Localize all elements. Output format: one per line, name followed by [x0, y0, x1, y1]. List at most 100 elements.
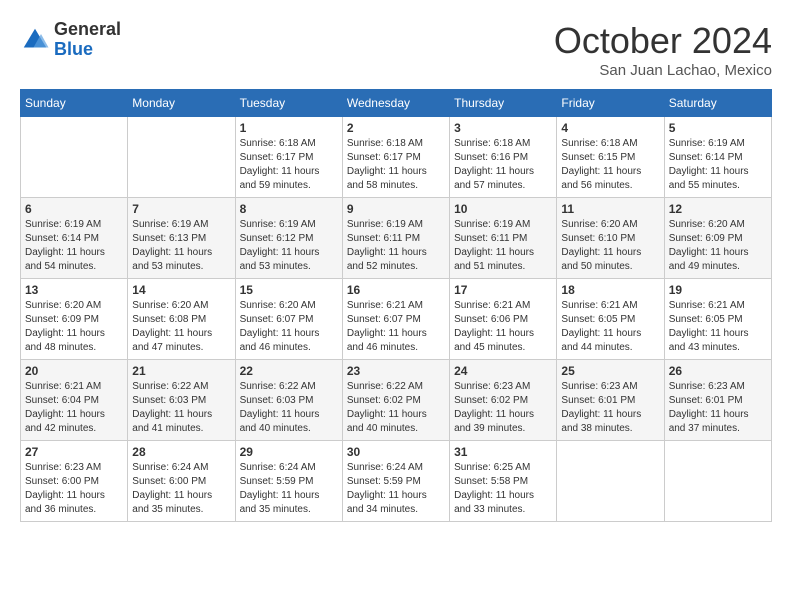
calendar-cell: 30 Sunrise: 6:24 AM Sunset: 5:59 PM Dayli…: [342, 441, 449, 522]
calendar-cell: 31 Sunrise: 6:25 AM Sunset: 5:58 PM Dayli…: [450, 441, 557, 522]
location: San Juan Lachao, Mexico: [554, 62, 772, 79]
day-info: Sunrise: 6:20 AM Sunset: 6:09 PM Dayligh…: [25, 299, 123, 355]
day-info: Sunrise: 6:19 AM Sunset: 6:11 PM Dayligh…: [454, 218, 552, 274]
day-number: 16: [347, 283, 445, 297]
calendar-cell: 21 Sunrise: 6:22 AM Sunset: 6:03 PM Dayli…: [128, 360, 235, 441]
calendar-cell: 18 Sunrise: 6:21 AM Sunset: 6:05 PM Dayli…: [557, 279, 664, 360]
day-number: 23: [347, 364, 445, 378]
calendar-cell: 3 Sunrise: 6:18 AM Sunset: 6:16 PM Daylig…: [450, 117, 557, 198]
day-info: Sunrise: 6:25 AM Sunset: 5:58 PM Dayligh…: [454, 461, 552, 517]
title-area: October 2024 San Juan Lachao, Mexico: [554, 20, 772, 79]
calendar-cell: 28 Sunrise: 6:24 AM Sunset: 6:00 PM Dayli…: [128, 441, 235, 522]
logo-blue: Blue: [54, 40, 121, 60]
calendar-header-saturday: Saturday: [664, 90, 771, 117]
day-number: 21: [132, 364, 230, 378]
day-number: 15: [240, 283, 338, 297]
day-number: 5: [669, 121, 767, 135]
day-info: Sunrise: 6:19 AM Sunset: 6:14 PM Dayligh…: [25, 218, 123, 274]
calendar-cell: 5 Sunrise: 6:19 AM Sunset: 6:14 PM Daylig…: [664, 117, 771, 198]
logo-text: General Blue: [54, 20, 121, 60]
calendar-cell: 11 Sunrise: 6:20 AM Sunset: 6:10 PM Dayli…: [557, 198, 664, 279]
day-number: 11: [561, 202, 659, 216]
day-info: Sunrise: 6:21 AM Sunset: 6:06 PM Dayligh…: [454, 299, 552, 355]
logo-icon: [20, 25, 50, 55]
month-title: October 2024: [554, 20, 772, 62]
day-number: 17: [454, 283, 552, 297]
day-number: 26: [669, 364, 767, 378]
calendar-week-row: 20 Sunrise: 6:21 AM Sunset: 6:04 PM Dayli…: [21, 360, 772, 441]
calendar-header-thursday: Thursday: [450, 90, 557, 117]
calendar-cell: 12 Sunrise: 6:20 AM Sunset: 6:09 PM Dayli…: [664, 198, 771, 279]
day-info: Sunrise: 6:22 AM Sunset: 6:02 PM Dayligh…: [347, 380, 445, 436]
calendar-cell: [557, 441, 664, 522]
calendar-cell: 16Sunrise: 6:21 AM Sunset: 6:07 PM Dayli…: [342, 279, 449, 360]
calendar-header-row: SundayMondayTuesdayWednesdayThursdayFrid…: [21, 90, 772, 117]
day-number: 8: [240, 202, 338, 216]
day-info: Sunrise: 6:20 AM Sunset: 6:10 PM Dayligh…: [561, 218, 659, 274]
calendar-header-tuesday: Tuesday: [235, 90, 342, 117]
day-number: 6: [25, 202, 123, 216]
calendar-header-monday: Monday: [128, 90, 235, 117]
day-info: Sunrise: 6:23 AM Sunset: 6:01 PM Dayligh…: [561, 380, 659, 436]
day-info: Sunrise: 6:21 AM Sunset: 6:04 PM Dayligh…: [25, 380, 123, 436]
calendar-week-row: 13 Sunrise: 6:20 AM Sunset: 6:09 PM Dayli…: [21, 279, 772, 360]
day-number: 25: [561, 364, 659, 378]
day-number: 31: [454, 445, 552, 459]
calendar-cell: 4Sunrise: 6:18 AM Sunset: 6:15 PM Daylig…: [557, 117, 664, 198]
day-info: Sunrise: 6:22 AM Sunset: 6:03 PM Dayligh…: [132, 380, 230, 436]
calendar-cell: 20 Sunrise: 6:21 AM Sunset: 6:04 PM Dayli…: [21, 360, 128, 441]
calendar-cell: [664, 441, 771, 522]
day-info: Sunrise: 6:24 AM Sunset: 6:00 PM Dayligh…: [132, 461, 230, 517]
day-number: 30: [347, 445, 445, 459]
day-number: 20: [25, 364, 123, 378]
day-number: 14: [132, 283, 230, 297]
day-number: 1: [240, 121, 338, 135]
calendar-cell: 19 Sunrise: 6:21 AM Sunset: 6:05 PM Dayli…: [664, 279, 771, 360]
calendar-cell: 27Sunrise: 6:23 AM Sunset: 6:00 PM Dayli…: [21, 441, 128, 522]
day-number: 12: [669, 202, 767, 216]
day-number: 28: [132, 445, 230, 459]
calendar-cell: 22Sunrise: 6:22 AM Sunset: 6:03 PM Dayli…: [235, 360, 342, 441]
calendar-cell: 15Sunrise: 6:20 AM Sunset: 6:07 PM Dayli…: [235, 279, 342, 360]
day-number: 13: [25, 283, 123, 297]
calendar-cell: 26Sunrise: 6:23 AM Sunset: 6:01 PM Dayli…: [664, 360, 771, 441]
calendar-week-row: 27Sunrise: 6:23 AM Sunset: 6:00 PM Dayli…: [21, 441, 772, 522]
day-number: 19: [669, 283, 767, 297]
calendar-table: SundayMondayTuesdayWednesdayThursdayFrid…: [20, 89, 772, 522]
day-number: 29: [240, 445, 338, 459]
calendar-cell: 29 Sunrise: 6:24 AM Sunset: 5:59 PM Dayli…: [235, 441, 342, 522]
day-info: Sunrise: 6:23 AM Sunset: 6:00 PM Dayligh…: [25, 461, 123, 517]
day-info: Sunrise: 6:19 AM Sunset: 6:14 PM Dayligh…: [669, 137, 767, 193]
day-info: Sunrise: 6:18 AM Sunset: 6:16 PM Dayligh…: [454, 137, 552, 193]
day-info: Sunrise: 6:21 AM Sunset: 6:05 PM Dayligh…: [669, 299, 767, 355]
day-number: 18: [561, 283, 659, 297]
calendar-cell: 10Sunrise: 6:19 AM Sunset: 6:11 PM Dayli…: [450, 198, 557, 279]
page-header: General Blue October 2024 San Juan Lacha…: [20, 20, 772, 79]
calendar-cell: 13 Sunrise: 6:20 AM Sunset: 6:09 PM Dayli…: [21, 279, 128, 360]
day-info: Sunrise: 6:21 AM Sunset: 6:05 PM Dayligh…: [561, 299, 659, 355]
calendar-cell: 8 Sunrise: 6:19 AM Sunset: 6:12 PM Daylig…: [235, 198, 342, 279]
day-info: Sunrise: 6:18 AM Sunset: 6:17 PM Dayligh…: [240, 137, 338, 193]
day-info: Sunrise: 6:23 AM Sunset: 6:02 PM Dayligh…: [454, 380, 552, 436]
logo-general: General: [54, 20, 121, 40]
calendar-cell: [128, 117, 235, 198]
calendar-cell: 1 Sunrise: 6:18 AM Sunset: 6:17 PM Daylig…: [235, 117, 342, 198]
day-number: 3: [454, 121, 552, 135]
calendar-cell: 7 Sunrise: 6:19 AM Sunset: 6:13 PM Daylig…: [128, 198, 235, 279]
day-info: Sunrise: 6:19 AM Sunset: 6:11 PM Dayligh…: [347, 218, 445, 274]
day-number: 2: [347, 121, 445, 135]
calendar-cell: [21, 117, 128, 198]
calendar-cell: 25 Sunrise: 6:23 AM Sunset: 6:01 PM Dayli…: [557, 360, 664, 441]
calendar-cell: 9Sunrise: 6:19 AM Sunset: 6:11 PM Daylig…: [342, 198, 449, 279]
day-info: Sunrise: 6:20 AM Sunset: 6:09 PM Dayligh…: [669, 218, 767, 274]
calendar-header-friday: Friday: [557, 90, 664, 117]
calendar-cell: 2Sunrise: 6:18 AM Sunset: 6:17 PM Daylig…: [342, 117, 449, 198]
day-info: Sunrise: 6:19 AM Sunset: 6:12 PM Dayligh…: [240, 218, 338, 274]
calendar-cell: 6 Sunrise: 6:19 AM Sunset: 6:14 PM Daylig…: [21, 198, 128, 279]
day-number: 7: [132, 202, 230, 216]
day-info: Sunrise: 6:24 AM Sunset: 5:59 PM Dayligh…: [347, 461, 445, 517]
day-number: 4: [561, 121, 659, 135]
logo: General Blue: [20, 20, 121, 60]
day-info: Sunrise: 6:24 AM Sunset: 5:59 PM Dayligh…: [240, 461, 338, 517]
day-info: Sunrise: 6:19 AM Sunset: 6:13 PM Dayligh…: [132, 218, 230, 274]
